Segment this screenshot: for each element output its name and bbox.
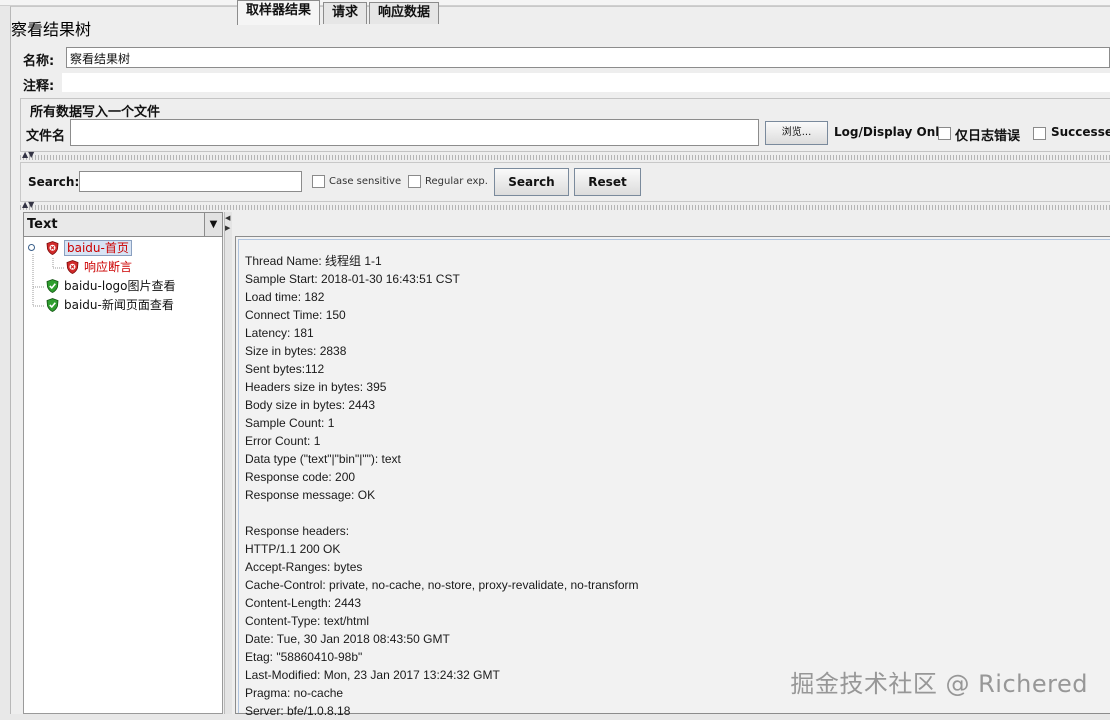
result-line: Sample Count: 1	[245, 416, 335, 430]
result-line: Content-Length: 2443	[245, 596, 362, 610]
file-group-title: 所有数据写入一个文件	[28, 101, 163, 120]
result-line: Headers size in bytes: 395	[245, 380, 387, 394]
collapse-left-icon[interactable]: ◀	[225, 214, 230, 222]
result-line: Latency: 181	[245, 326, 314, 340]
result-line: Connect Time: 150	[245, 308, 346, 322]
result-line: Last-Modified: Mon, 23 Jan 2017 13:24:32…	[245, 668, 500, 682]
expand-node-icon[interactable]	[28, 244, 35, 251]
splitter-top[interactable]	[20, 155, 1110, 160]
result-line: Response code: 200	[245, 470, 356, 484]
search-input[interactable]	[79, 171, 302, 192]
case-sensitive-checkbox[interactable]	[312, 175, 325, 188]
tree-item[interactable]: baidu-首页	[46, 240, 132, 257]
result-content-panel[interactable]: Thread Name: 线程组 1-1 Sample Start: 2018-0…	[235, 236, 1110, 718]
chevron-down-icon[interactable]: ▼	[204, 213, 222, 236]
comment-field[interactable]	[62, 73, 1110, 92]
result-line: Response message: OK	[245, 488, 376, 502]
result-line: Load time: 182	[245, 290, 325, 304]
result-line: Content-Type: text/html	[245, 614, 370, 628]
result-line: Etag: "58860410-98b"	[245, 650, 363, 664]
name-label: 名称:	[23, 54, 55, 69]
result-line: Sample Start: 2018-01-30 16:43:51 CST	[245, 272, 460, 286]
renderer-selected: Text	[27, 217, 58, 232]
result-line: Pragma: no-cache	[245, 686, 344, 700]
result-line: Sent bytes:112	[245, 362, 325, 376]
log-display-label: Log/Display Only:	[834, 125, 952, 139]
error-shield-icon	[46, 241, 59, 255]
tree-item[interactable]: baidu-logo图片查看	[46, 278, 176, 295]
comment-label: 注释:	[23, 79, 55, 94]
tree-item-label: baidu-logo图片查看	[64, 279, 176, 293]
filename-label: 文件名	[26, 129, 66, 144]
result-line: Body size in bytes: 2443	[245, 398, 376, 412]
success-shield-icon	[46, 298, 59, 312]
name-field[interactable]: 察看结果树	[66, 47, 1110, 68]
regex-label: Regular exp.	[425, 176, 488, 187]
result-line: Server: bfe/1.0.8.18	[245, 704, 351, 718]
result-line: HTTP/1.1 200 OK	[245, 542, 341, 556]
result-line: Date: Tue, 30 Jan 2018 08:43:50 GMT	[245, 632, 450, 646]
page-title: 察看结果树	[11, 20, 92, 39]
reset-button[interactable]: Reset	[574, 168, 641, 196]
vertical-splitter[interactable]: ◀ ▶	[224, 212, 232, 714]
result-line: Size in bytes: 2838	[245, 344, 347, 358]
tree-item[interactable]: baidu-新闻页面查看	[46, 297, 174, 314]
tree-item-label: 响应断言	[84, 260, 133, 274]
tab-response-data[interactable]: 响应数据	[369, 2, 440, 24]
splitter-arrows-icon[interactable]: ▲▼	[22, 201, 34, 209]
errors-only-label: 仅日志错误	[955, 129, 1021, 144]
result-line: Data type ("text"|"bin"|""): text	[245, 452, 401, 466]
tree-item-label: baidu-首页	[64, 240, 132, 256]
errors-only-checkbox[interactable]	[938, 127, 951, 140]
tree-item[interactable]: 响应断言	[66, 259, 132, 276]
result-line: Accept-Ranges: bytes	[245, 560, 363, 574]
result-line: Cache-Control: private, no-cache, no-sto…	[245, 578, 639, 592]
successes-checkbox[interactable]	[1033, 127, 1046, 140]
filename-input[interactable]	[70, 119, 759, 146]
splitter-arrows-icon[interactable]: ▲▼	[22, 151, 34, 159]
result-line: Error Count: 1	[245, 434, 321, 448]
regex-checkbox[interactable]	[408, 175, 421, 188]
tree-item-label: baidu-新闻页面查看	[64, 298, 174, 312]
successes-label: Successes	[1051, 125, 1110, 139]
renderer-select[interactable]: Text ▼	[23, 212, 223, 237]
error-shield-icon	[66, 260, 79, 274]
collapse-right-icon[interactable]: ▶	[225, 224, 230, 232]
browse-button[interactable]: 浏览...	[765, 121, 828, 145]
tab-sampler-result[interactable]: 取样器结果	[237, 0, 321, 25]
result-line: Thread Name: 线程组 1-1	[245, 254, 382, 268]
case-sensitive-label: Case sensitive	[329, 176, 402, 187]
tab-request[interactable]: 请求	[323, 2, 368, 24]
success-shield-icon	[46, 279, 59, 293]
search-label: Search:	[28, 175, 80, 189]
result-text-area[interactable]: Thread Name: 线程组 1-1 Sample Start: 2018-0…	[238, 239, 1110, 718]
watermark: 掘金技术社区 @ Richered	[790, 670, 1088, 698]
result-line: Response headers:	[245, 524, 350, 538]
search-button[interactable]: Search	[494, 168, 569, 196]
splitter-middle[interactable]	[20, 205, 1110, 210]
